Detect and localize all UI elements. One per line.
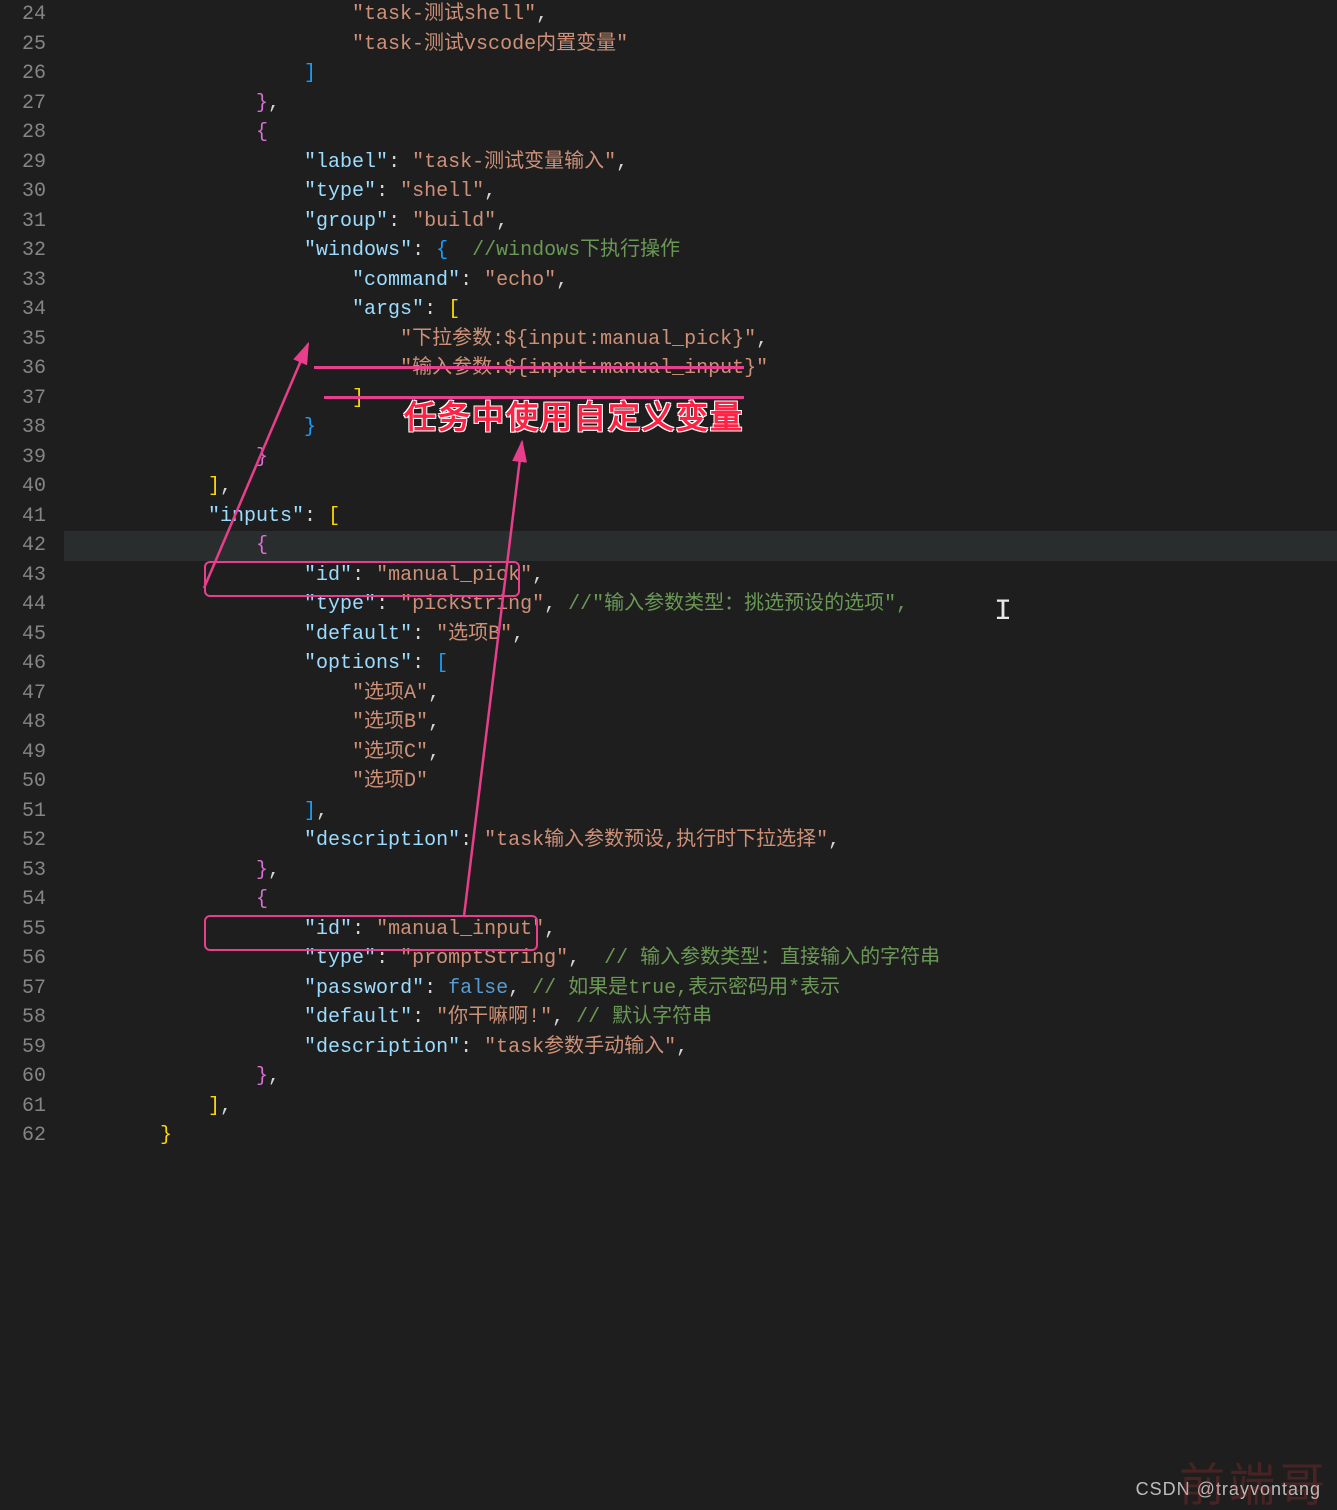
line-number: 59 (8, 1033, 46, 1063)
line-number: 58 (8, 1003, 46, 1033)
line-number: 34 (8, 295, 46, 325)
code-line[interactable]: "type": "pickString", //"输入参数类型：挑选预设的选项"… (64, 590, 1337, 620)
code-line[interactable]: "password": false, // 如果是true,表示密码用*表示 (64, 974, 1337, 1004)
code-editor[interactable]: 2425262728293031323334353637383940414243… (0, 0, 1337, 1151)
code-line[interactable]: "id": "manual_pick", (64, 561, 1337, 591)
line-number: 52 (8, 826, 46, 856)
line-number: 49 (8, 738, 46, 768)
line-number: 35 (8, 325, 46, 355)
code-line[interactable]: "description": "task参数手动输入", (64, 1033, 1337, 1063)
code-line[interactable]: "command": "echo", (64, 266, 1337, 296)
code-line[interactable]: "label": "task-测试变量输入", (64, 148, 1337, 178)
line-number: 46 (8, 649, 46, 679)
code-line[interactable]: "default": "你干嘛啊!", // 默认字符串 (64, 1003, 1337, 1033)
line-number: 27 (8, 89, 46, 119)
line-number: 31 (8, 207, 46, 237)
code-line[interactable]: } (64, 1121, 1337, 1151)
line-number: 54 (8, 885, 46, 915)
code-line[interactable]: ], (64, 472, 1337, 502)
code-line[interactable]: ], (64, 1092, 1337, 1122)
line-number: 29 (8, 148, 46, 178)
code-line[interactable]: "下拉参数:${input:manual_pick}", (64, 325, 1337, 355)
line-number: 55 (8, 915, 46, 945)
code-line[interactable]: "windows": { //windows下执行操作 (64, 236, 1337, 266)
code-line[interactable]: "type": "promptString", // 输入参数类型：直接输入的字… (64, 944, 1337, 974)
code-line[interactable]: "options": [ (64, 649, 1337, 679)
code-line[interactable]: } (64, 443, 1337, 473)
code-line[interactable]: "选项B", (64, 708, 1337, 738)
line-number: 41 (8, 502, 46, 532)
line-number: 53 (8, 856, 46, 886)
code-line[interactable]: "description": "task输入参数预设,执行时下拉选择", (64, 826, 1337, 856)
line-number: 48 (8, 708, 46, 738)
code-line[interactable]: "type": "shell", (64, 177, 1337, 207)
code-line[interactable]: "输入参数:${input:manual_input}" (64, 354, 1337, 384)
line-number: 42 (8, 531, 46, 561)
line-number: 61 (8, 1092, 46, 1122)
line-number: 32 (8, 236, 46, 266)
line-number: 43 (8, 561, 46, 591)
line-number: 24 (8, 0, 46, 30)
line-number: 36 (8, 354, 46, 384)
code-line[interactable]: "task-测试shell", (64, 0, 1337, 30)
code-line[interactable]: { (64, 885, 1337, 915)
line-number: 38 (8, 413, 46, 443)
code-line[interactable]: "选项C", (64, 738, 1337, 768)
line-number: 39 (8, 443, 46, 473)
code-line[interactable]: { (64, 531, 1337, 561)
code-line[interactable]: "选项D" (64, 767, 1337, 797)
code-line[interactable]: }, (64, 89, 1337, 119)
code-line[interactable]: "task-测试vscode内置变量" (64, 30, 1337, 60)
code-line[interactable]: "args": [ (64, 295, 1337, 325)
line-number: 50 (8, 767, 46, 797)
code-line[interactable]: ] (64, 59, 1337, 89)
line-number: 37 (8, 384, 46, 414)
code-line[interactable]: { (64, 118, 1337, 148)
line-number: 45 (8, 620, 46, 650)
brand-stamp: 前端哥 (1179, 1471, 1329, 1501)
line-number: 57 (8, 974, 46, 1004)
line-number: 44 (8, 590, 46, 620)
line-number-gutter: 2425262728293031323334353637383940414243… (0, 0, 64, 1151)
line-number: 28 (8, 118, 46, 148)
line-number: 47 (8, 679, 46, 709)
code-line[interactable]: ] (64, 384, 1337, 414)
line-number: 62 (8, 1121, 46, 1151)
code-line[interactable]: "选项A", (64, 679, 1337, 709)
code-area[interactable]: "task-测试shell", "task-测试vscode内置变量" ] },… (64, 0, 1337, 1151)
line-number: 56 (8, 944, 46, 974)
line-number: 25 (8, 30, 46, 60)
code-line[interactable]: } (64, 413, 1337, 443)
code-line[interactable]: }, (64, 1062, 1337, 1092)
code-line[interactable]: ], (64, 797, 1337, 827)
code-line[interactable]: "group": "build", (64, 207, 1337, 237)
line-number: 33 (8, 266, 46, 296)
line-number: 40 (8, 472, 46, 502)
code-line[interactable]: "id": "manual_input", (64, 915, 1337, 945)
line-number: 60 (8, 1062, 46, 1092)
code-line[interactable]: }, (64, 856, 1337, 886)
line-number: 30 (8, 177, 46, 207)
code-line[interactable]: "default": "选项B", (64, 620, 1337, 650)
code-line[interactable]: "inputs": [ (64, 502, 1337, 532)
line-number: 26 (8, 59, 46, 89)
line-number: 51 (8, 797, 46, 827)
